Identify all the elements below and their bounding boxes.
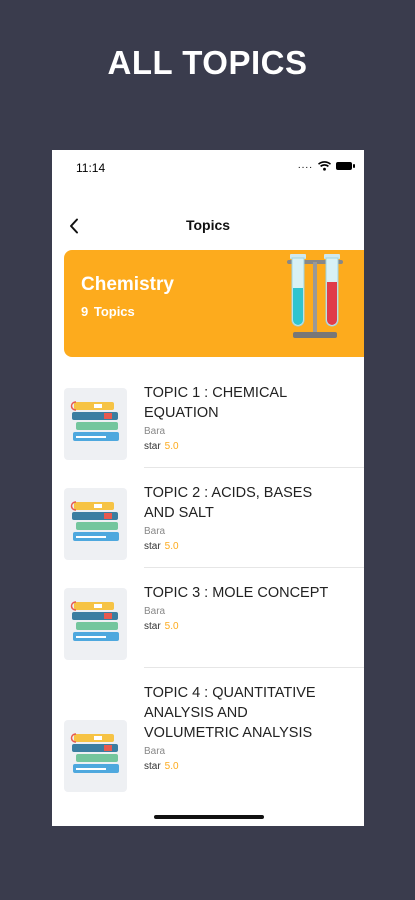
signal-icon: .... xyxy=(297,160,313,171)
rating-value: 5.0 xyxy=(164,541,179,552)
topic-title: TOPIC 3 : MOLE CONCEPT xyxy=(144,585,329,601)
topic-title: TOPIC 4 : QUANTITATIVE ANALYSIS AND VOLU… xyxy=(144,685,316,741)
books-icon xyxy=(64,488,127,560)
rating-value: 5.0 xyxy=(164,621,179,632)
wifi-icon xyxy=(318,160,331,171)
topic-rating: star 5.0 xyxy=(144,539,364,555)
topic-body: TOPIC 4 : QUANTITATIVE ANALYSIS AND VOLU… xyxy=(144,683,364,775)
subject-card: Chemistry 9 Topics xyxy=(64,250,364,357)
topic-body: TOPIC 3 : MOLE CONCEPT Bara star 5.0 xyxy=(144,583,364,635)
subject-topic-count: 9 Topics xyxy=(81,304,135,319)
rating-label: star xyxy=(144,541,161,552)
topic-author: Bara xyxy=(144,426,166,437)
test-tubes-icon xyxy=(287,254,343,338)
topic-body: TOPIC 1 : CHEMICAL EQUATION Bara star 5.0 xyxy=(144,383,364,455)
topic-author: Bara xyxy=(144,526,166,537)
topic-rating: star 5.0 xyxy=(144,619,364,635)
rating-value: 5.0 xyxy=(164,441,179,452)
topic-item-3[interactable]: TOPIC 3 : MOLE CONCEPT Bara star 5.0 xyxy=(52,568,364,668)
nav-bar: Topics xyxy=(52,208,364,244)
topic-title: TOPIC 2 : ACIDS, BASES AND SALT xyxy=(144,485,313,521)
battery-icon xyxy=(336,161,355,170)
books-icon xyxy=(64,388,127,460)
status-bar: 11:14 .... xyxy=(52,150,364,186)
books-icon xyxy=(64,588,127,660)
topic-rating: star 5.0 xyxy=(144,439,364,455)
topic-item-2[interactable]: TOPIC 2 : ACIDS, BASES AND SALT Bara sta… xyxy=(52,468,364,568)
topic-author: Bara xyxy=(144,606,166,617)
rating-label: star xyxy=(144,441,161,452)
phone-screen: 11:14 .... Topics Chemistry 9 Topics TOP… xyxy=(52,150,364,826)
status-icons: .... xyxy=(297,160,355,171)
status-time: 11:14 xyxy=(76,161,106,175)
topic-item-4[interactable]: TOPIC 4 : QUANTITATIVE ANALYSIS AND VOLU… xyxy=(52,668,364,826)
home-indicator[interactable] xyxy=(154,815,264,819)
page-title: Topics xyxy=(185,217,231,233)
rating-label: star xyxy=(144,761,161,772)
topic-title: TOPIC 1 : CHEMICAL EQUATION xyxy=(144,385,287,421)
topic-body: TOPIC 2 : ACIDS, BASES AND SALT Bara sta… xyxy=(144,483,364,555)
topic-item-1[interactable]: TOPIC 1 : CHEMICAL EQUATION Bara star 5.0 xyxy=(52,368,364,468)
rating-value: 5.0 xyxy=(164,761,179,772)
topic-author: Bara xyxy=(144,746,166,757)
topic-rating: star 5.0 xyxy=(144,759,364,775)
rating-label: star xyxy=(144,621,161,632)
subject-name: Chemistry xyxy=(81,274,174,295)
promo-title: ALL TOPICS xyxy=(107,44,308,81)
topic-list: TOPIC 1 : CHEMICAL EQUATION Bara star 5.0 xyxy=(52,368,364,826)
books-icon xyxy=(64,720,127,792)
